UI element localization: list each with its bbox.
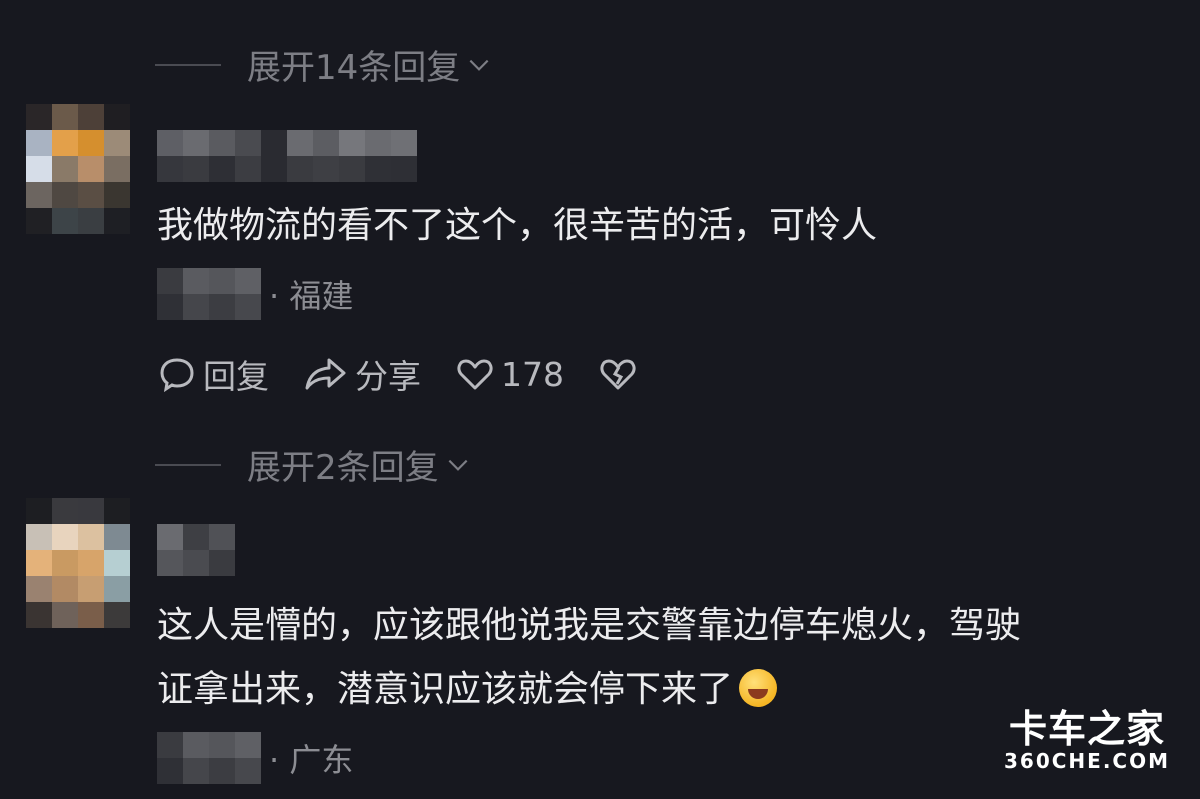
expand-replies-label: 展开2条回复 <box>247 448 439 488</box>
share-button[interactable]: 分享 <box>303 350 421 398</box>
broken-heart-icon <box>600 359 636 390</box>
expand-replies-button[interactable]: 展开14条回复 <box>155 40 492 89</box>
divider-line <box>155 463 221 466</box>
like-count: 178 <box>501 354 564 394</box>
like-button[interactable]: 178 <box>455 354 564 394</box>
comment-bubble-icon <box>160 358 194 393</box>
watermark-logo: 卡车之家 360CHE.COM <box>1004 708 1170 772</box>
reply-label: 回复 <box>203 357 269 396</box>
comment-meta: · 广东 <box>157 732 353 784</box>
time-blurred <box>157 268 261 320</box>
divider-line <box>155 63 221 66</box>
location-label: · 广东 <box>269 741 354 779</box>
username[interactable] <box>157 130 417 182</box>
location-label: · 福建 <box>269 277 354 315</box>
avatar[interactable] <box>26 104 130 234</box>
comment-text: 这人是懵的，应该跟他说我是交警靠边停车熄火，驾驶 <box>157 605 1022 646</box>
expand-replies-label: 展开14条回复 <box>247 48 461 88</box>
dislike-button[interactable] <box>598 354 644 394</box>
comment-actions: 回复 分享 178 <box>157 350 678 398</box>
share-arrow-icon <box>305 358 346 390</box>
username[interactable] <box>157 524 235 576</box>
comment-meta: · 福建 <box>157 268 353 320</box>
comment-text-content: 证拿出来，潜意识应该就会停下来了 <box>157 669 734 710</box>
watermark-en: 360CHE.COM <box>1004 749 1171 773</box>
avatar[interactable] <box>26 498 130 628</box>
comment-text-line2: 证拿出来，潜意识应该就会停下来了 <box>157 664 778 716</box>
expand-replies-button[interactable]: 展开2条回复 <box>155 440 471 489</box>
watermark-cn: 卡车之家 <box>1009 707 1166 751</box>
rolling-on-floor-laughing-emoji <box>739 669 778 707</box>
reply-button[interactable]: 回复 <box>157 350 269 398</box>
comment-text: 我做物流的看不了这个，很辛苦的活，可怜人 <box>157 205 878 246</box>
chevron-down-icon <box>469 59 489 71</box>
chevron-down-icon <box>448 459 468 471</box>
share-label: 分享 <box>355 357 421 396</box>
heart-icon <box>457 359 493 390</box>
time-blurred <box>157 732 261 784</box>
